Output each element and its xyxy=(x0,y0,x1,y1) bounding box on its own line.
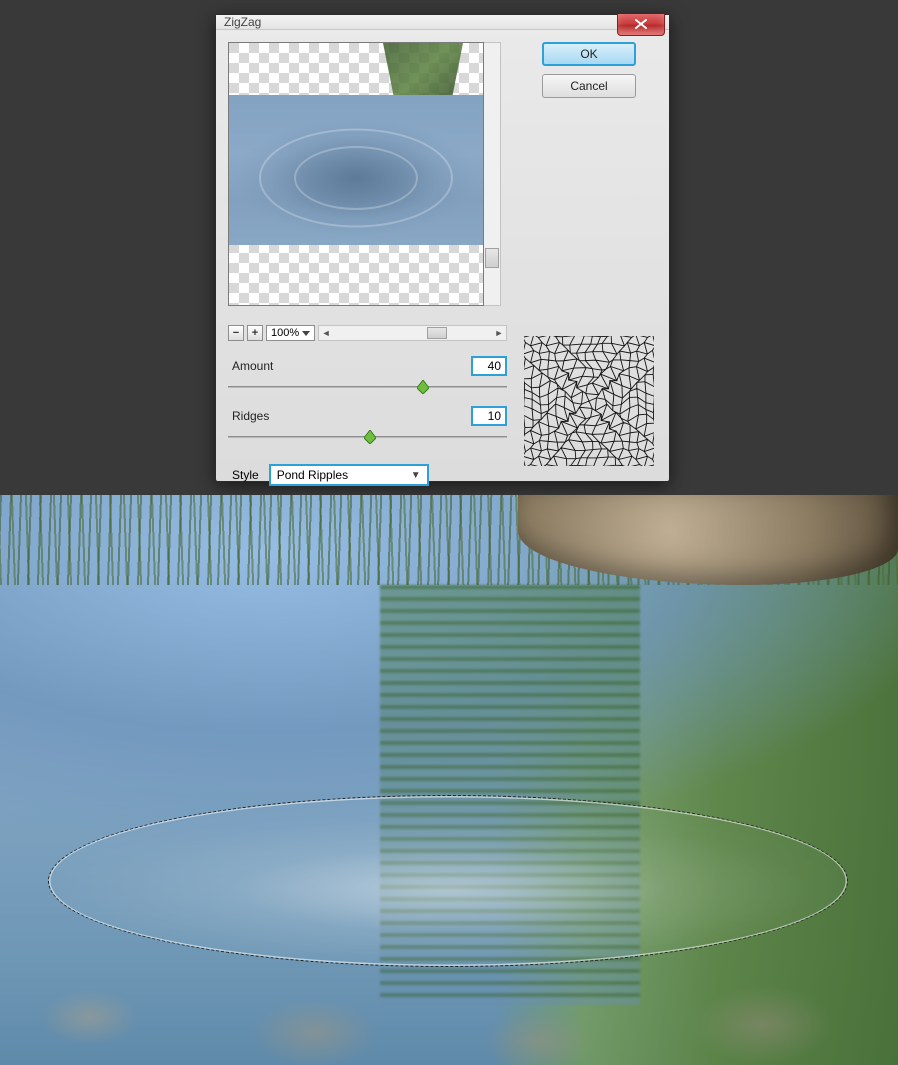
left-column: − + 100% ◄ ► Amount xyxy=(228,42,507,486)
scrollbar-thumb[interactable] xyxy=(485,248,499,268)
selection-marquee[interactable] xyxy=(48,795,848,967)
preview-tree-reflection xyxy=(383,43,463,103)
zoom-dropdown[interactable]: 100% xyxy=(266,325,315,341)
ridges-slider-handle[interactable] xyxy=(364,430,376,444)
canvas-image[interactable] xyxy=(0,495,898,1065)
preview-horizontal-scrollbar[interactable]: ◄ ► xyxy=(318,325,507,341)
dialog-title: ZigZag xyxy=(224,15,261,29)
preview-vertical-scrollbar[interactable] xyxy=(484,42,501,306)
zoom-value: 100% xyxy=(271,327,299,339)
close-button[interactable] xyxy=(617,14,665,36)
effect-preview[interactable] xyxy=(228,42,484,306)
zoom-out-button[interactable]: − xyxy=(228,325,244,341)
style-row: Style Pond Ripples ▼ xyxy=(228,464,507,486)
amount-slider-handle[interactable] xyxy=(417,380,429,394)
close-icon xyxy=(635,17,647,32)
style-label: Style xyxy=(232,468,259,482)
ok-button[interactable]: OK xyxy=(542,42,636,66)
amount-slider-track[interactable] xyxy=(228,382,507,392)
zoom-toolbar: − + 100% ◄ ► xyxy=(228,324,507,342)
cancel-label: Cancel xyxy=(570,79,607,93)
amount-slider-block: Amount xyxy=(228,356,507,392)
ridges-label: Ridges xyxy=(232,409,269,423)
ok-label: OK xyxy=(580,47,597,61)
zoom-in-button[interactable]: + xyxy=(247,325,263,341)
style-dropdown[interactable]: Pond Ripples ▼ xyxy=(269,464,429,486)
scroll-right-icon[interactable]: ► xyxy=(492,326,506,340)
scroll-left-icon[interactable]: ◄ xyxy=(319,326,333,340)
amount-label: Amount xyxy=(232,359,273,373)
amount-input[interactable] xyxy=(471,356,507,376)
titlebar[interactable]: ZigZag xyxy=(216,15,669,30)
chevron-down-icon xyxy=(302,331,310,336)
chevron-down-icon: ▼ xyxy=(411,470,421,481)
preview-area xyxy=(228,42,507,320)
cancel-button[interactable]: Cancel xyxy=(542,74,636,98)
preview-water-ripple xyxy=(229,95,483,245)
ridges-input[interactable] xyxy=(471,406,507,426)
minus-icon: − xyxy=(233,327,239,339)
scrollbar-thumb[interactable] xyxy=(427,327,447,339)
distortion-grid-preview xyxy=(524,336,654,466)
right-column: OK Cancel xyxy=(521,42,657,486)
zigzag-dialog: ZigZag − + xyxy=(215,14,670,482)
ridges-slider-track[interactable] xyxy=(228,432,507,442)
style-selected: Pond Ripples xyxy=(277,468,348,482)
dialog-body: − + 100% ◄ ► Amount xyxy=(216,30,669,500)
plus-icon: + xyxy=(252,327,258,339)
ridges-slider-block: Ridges xyxy=(228,406,507,442)
